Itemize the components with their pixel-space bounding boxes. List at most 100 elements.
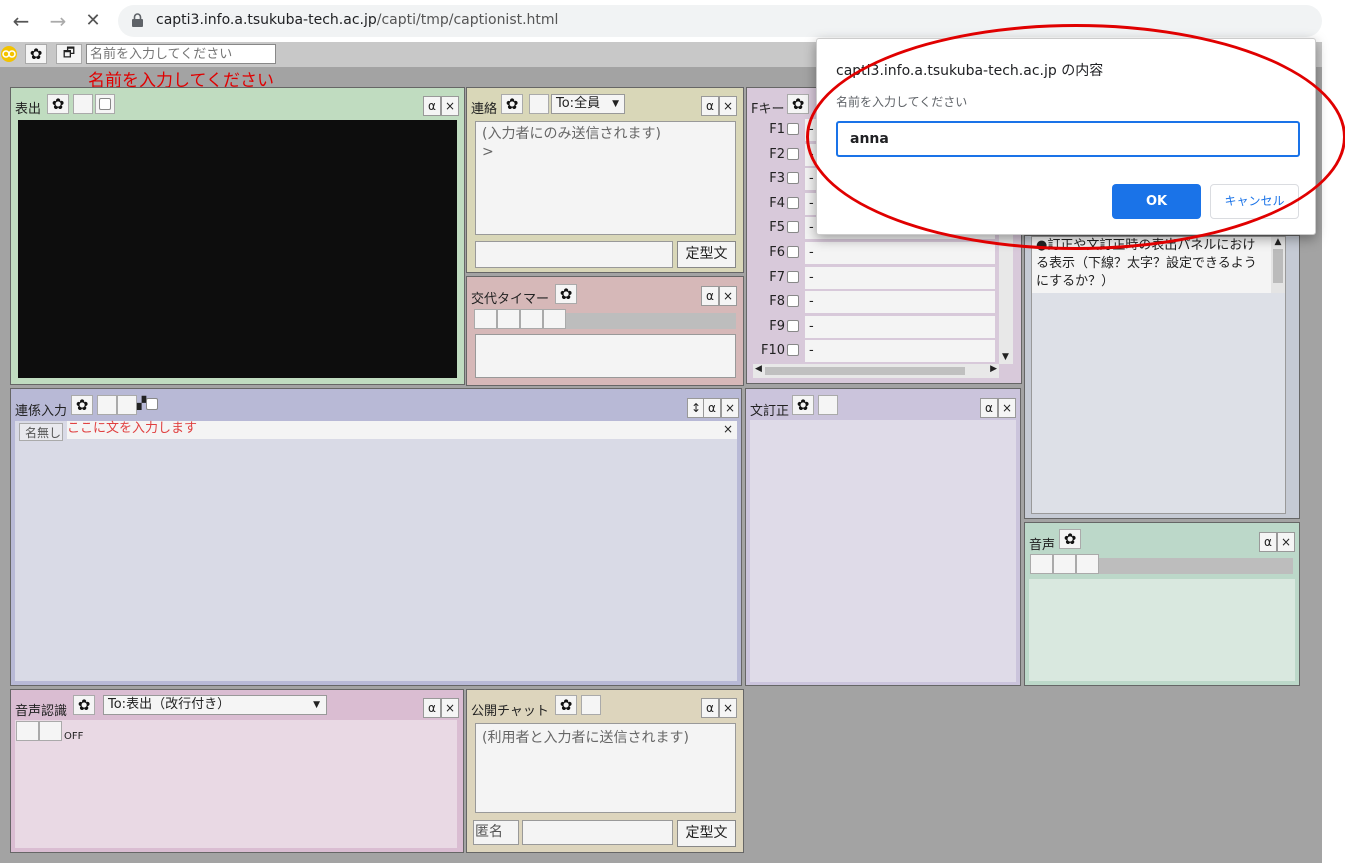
timer-button-3[interactable] xyxy=(520,309,543,329)
display-screen xyxy=(18,120,457,378)
gear-icon[interactable]: ✿ xyxy=(25,44,47,64)
fkey-value[interactable]: - xyxy=(805,315,995,338)
gear-icon[interactable]: ✿ xyxy=(555,695,577,715)
keyboard-icon[interactable]: ▞ xyxy=(137,396,159,410)
alpha-button[interactable]: α xyxy=(701,96,719,116)
fkey-value[interactable]: - xyxy=(805,242,995,264)
anonymous-field[interactable]: 匿名 xyxy=(473,820,519,845)
contact-panel: 連絡 ✿ To:全員 ▼ α × (入力者にのみ送信されます) > 定型文 xyxy=(466,87,744,273)
close-icon[interactable]: × xyxy=(998,398,1016,418)
close-icon[interactable]: × xyxy=(719,96,737,116)
liaison-input-panel: 連係入力 ✿ ▞ ↕ α × 名無し ここに文を入力します × xyxy=(10,388,742,686)
window-icon[interactable]: 🗗 xyxy=(56,44,82,64)
chat-input[interactable] xyxy=(522,820,673,845)
fkey-label: F9 xyxy=(769,318,785,334)
alpha-button[interactable]: α xyxy=(701,286,719,306)
alpha-button[interactable]: α xyxy=(423,698,441,718)
close-icon[interactable]: × xyxy=(441,698,459,718)
option-button[interactable] xyxy=(818,395,838,415)
close-icon[interactable]: × xyxy=(719,698,737,718)
fkey-row: F9 - xyxy=(751,315,995,339)
timer-button-4[interactable] xyxy=(543,309,566,329)
option-button[interactable] xyxy=(529,94,549,114)
sentence-fix-panel: 文訂正 ✿ α × xyxy=(745,388,1021,686)
timer-panel: 交代タイマー ✿ α × xyxy=(466,276,744,386)
timer-button-2[interactable] xyxy=(497,309,520,329)
logo-icon xyxy=(1,46,17,62)
close-icon[interactable]: × xyxy=(719,286,737,306)
gear-icon[interactable]: ✿ xyxy=(1059,529,1081,549)
alpha-button[interactable]: α xyxy=(703,398,721,418)
gear-icon[interactable]: ✿ xyxy=(73,695,95,715)
close-icon[interactable]: × xyxy=(1277,532,1295,552)
fkey-checkbox[interactable] xyxy=(787,295,799,308)
panel-title: 文訂正 xyxy=(750,404,790,419)
voice-button-3[interactable] xyxy=(1076,554,1099,574)
contact-input[interactable] xyxy=(475,241,673,268)
voice-button-1[interactable] xyxy=(1030,554,1053,574)
fkey-value[interactable]: - xyxy=(805,291,995,314)
notes-area[interactable]: ●訂正や文訂正時の表出パネルにおける表示（下線？太字？設定できるようにするか？）… xyxy=(1031,236,1286,514)
dialog-input[interactable]: anna xyxy=(836,121,1300,157)
timer-button-1[interactable] xyxy=(474,309,497,329)
fkey-checkbox[interactable] xyxy=(787,172,799,185)
forward-icon[interactable]: → xyxy=(45,8,71,34)
option-button-2[interactable] xyxy=(117,395,137,415)
gear-icon[interactable]: ✿ xyxy=(555,284,577,304)
fkey-checkbox[interactable] xyxy=(787,147,799,160)
notes-text: ●訂正や文訂正時の表出パネルにおける表示（下線？太字？設定できるようにするか？） xyxy=(1032,237,1272,293)
timer-progress xyxy=(566,313,736,329)
speech-recognition-panel: 音声認識 ✿ To:表出（改行付き） ▼ α × OFF xyxy=(10,689,464,853)
fixed-phrase-button[interactable]: 定型文 xyxy=(677,241,736,268)
mic-button-1[interactable] xyxy=(16,721,39,741)
liaison-text-input[interactable]: ここに文を入力します xyxy=(67,421,737,439)
gear-icon[interactable]: ✿ xyxy=(71,395,93,415)
address-bar[interactable]: capti3.info.a.tsukuba-tech.ac.jp/capti/t… xyxy=(118,5,1322,37)
back-icon[interactable]: ← xyxy=(8,8,34,34)
close-icon[interactable]: × xyxy=(441,96,459,116)
toggle-button[interactable] xyxy=(95,94,115,114)
mic-button-2[interactable] xyxy=(39,721,62,741)
option-button[interactable] xyxy=(97,395,117,415)
notes-scrollbar[interactable]: ▲ xyxy=(1271,237,1285,293)
fkey-checkbox[interactable] xyxy=(787,196,799,209)
fkey-value[interactable]: - xyxy=(805,266,995,289)
fkey-hscrollbar[interactable]: ◀ ▶ xyxy=(753,364,999,378)
fkey-label: F7 xyxy=(769,269,785,285)
option-button[interactable] xyxy=(581,695,601,715)
stop-icon[interactable]: ✕ xyxy=(80,8,106,34)
fkey-checkbox[interactable] xyxy=(787,221,799,234)
to-select[interactable]: To:全員 ▼ xyxy=(551,94,625,114)
fkey-checkbox[interactable] xyxy=(787,246,799,258)
panel-title: 連係入力 xyxy=(15,404,68,419)
gear-icon[interactable]: ✿ xyxy=(792,395,814,415)
to-select[interactable]: To:表出（改行付き） ▼ xyxy=(103,695,327,715)
alpha-button[interactable]: α xyxy=(701,698,719,718)
sentence-fix-body xyxy=(750,420,1016,682)
gear-icon[interactable]: ✿ xyxy=(501,94,523,114)
alpha-button[interactable]: α xyxy=(980,398,998,418)
alpha-button[interactable]: α xyxy=(1259,532,1277,552)
fkey-checkbox[interactable] xyxy=(787,344,799,357)
fkey-row: F6 - xyxy=(751,242,995,265)
fkey-value[interactable]: - xyxy=(805,340,995,363)
fkey-checkbox[interactable] xyxy=(787,319,799,332)
ok-button[interactable]: OK xyxy=(1112,184,1201,219)
cancel-button[interactable]: キャンセル xyxy=(1210,184,1299,219)
dialog-message: 名前を入力してください xyxy=(836,95,968,109)
alpha-button[interactable]: α xyxy=(423,96,441,116)
fixed-phrase-button[interactable]: 定型文 xyxy=(677,820,736,847)
fkey-row: F7 - xyxy=(751,266,995,290)
voice-button-2[interactable] xyxy=(1053,554,1076,574)
fkey-label: F8 xyxy=(769,294,785,310)
close-icon[interactable]: × xyxy=(723,422,733,436)
option-button[interactable] xyxy=(73,94,93,114)
gear-icon[interactable]: ✿ xyxy=(47,94,69,114)
name-input[interactable] xyxy=(86,44,276,64)
close-icon[interactable]: × xyxy=(721,398,739,418)
gear-icon[interactable]: ✿ xyxy=(787,94,809,114)
fkey-checkbox[interactable] xyxy=(787,270,799,283)
fkey-checkbox[interactable] xyxy=(787,123,799,135)
url-text: capti3.info.a.tsukuba-tech.ac.jp/capti/t… xyxy=(156,12,559,28)
liaison-body: 名無し ここに文を入力します × xyxy=(15,421,737,681)
